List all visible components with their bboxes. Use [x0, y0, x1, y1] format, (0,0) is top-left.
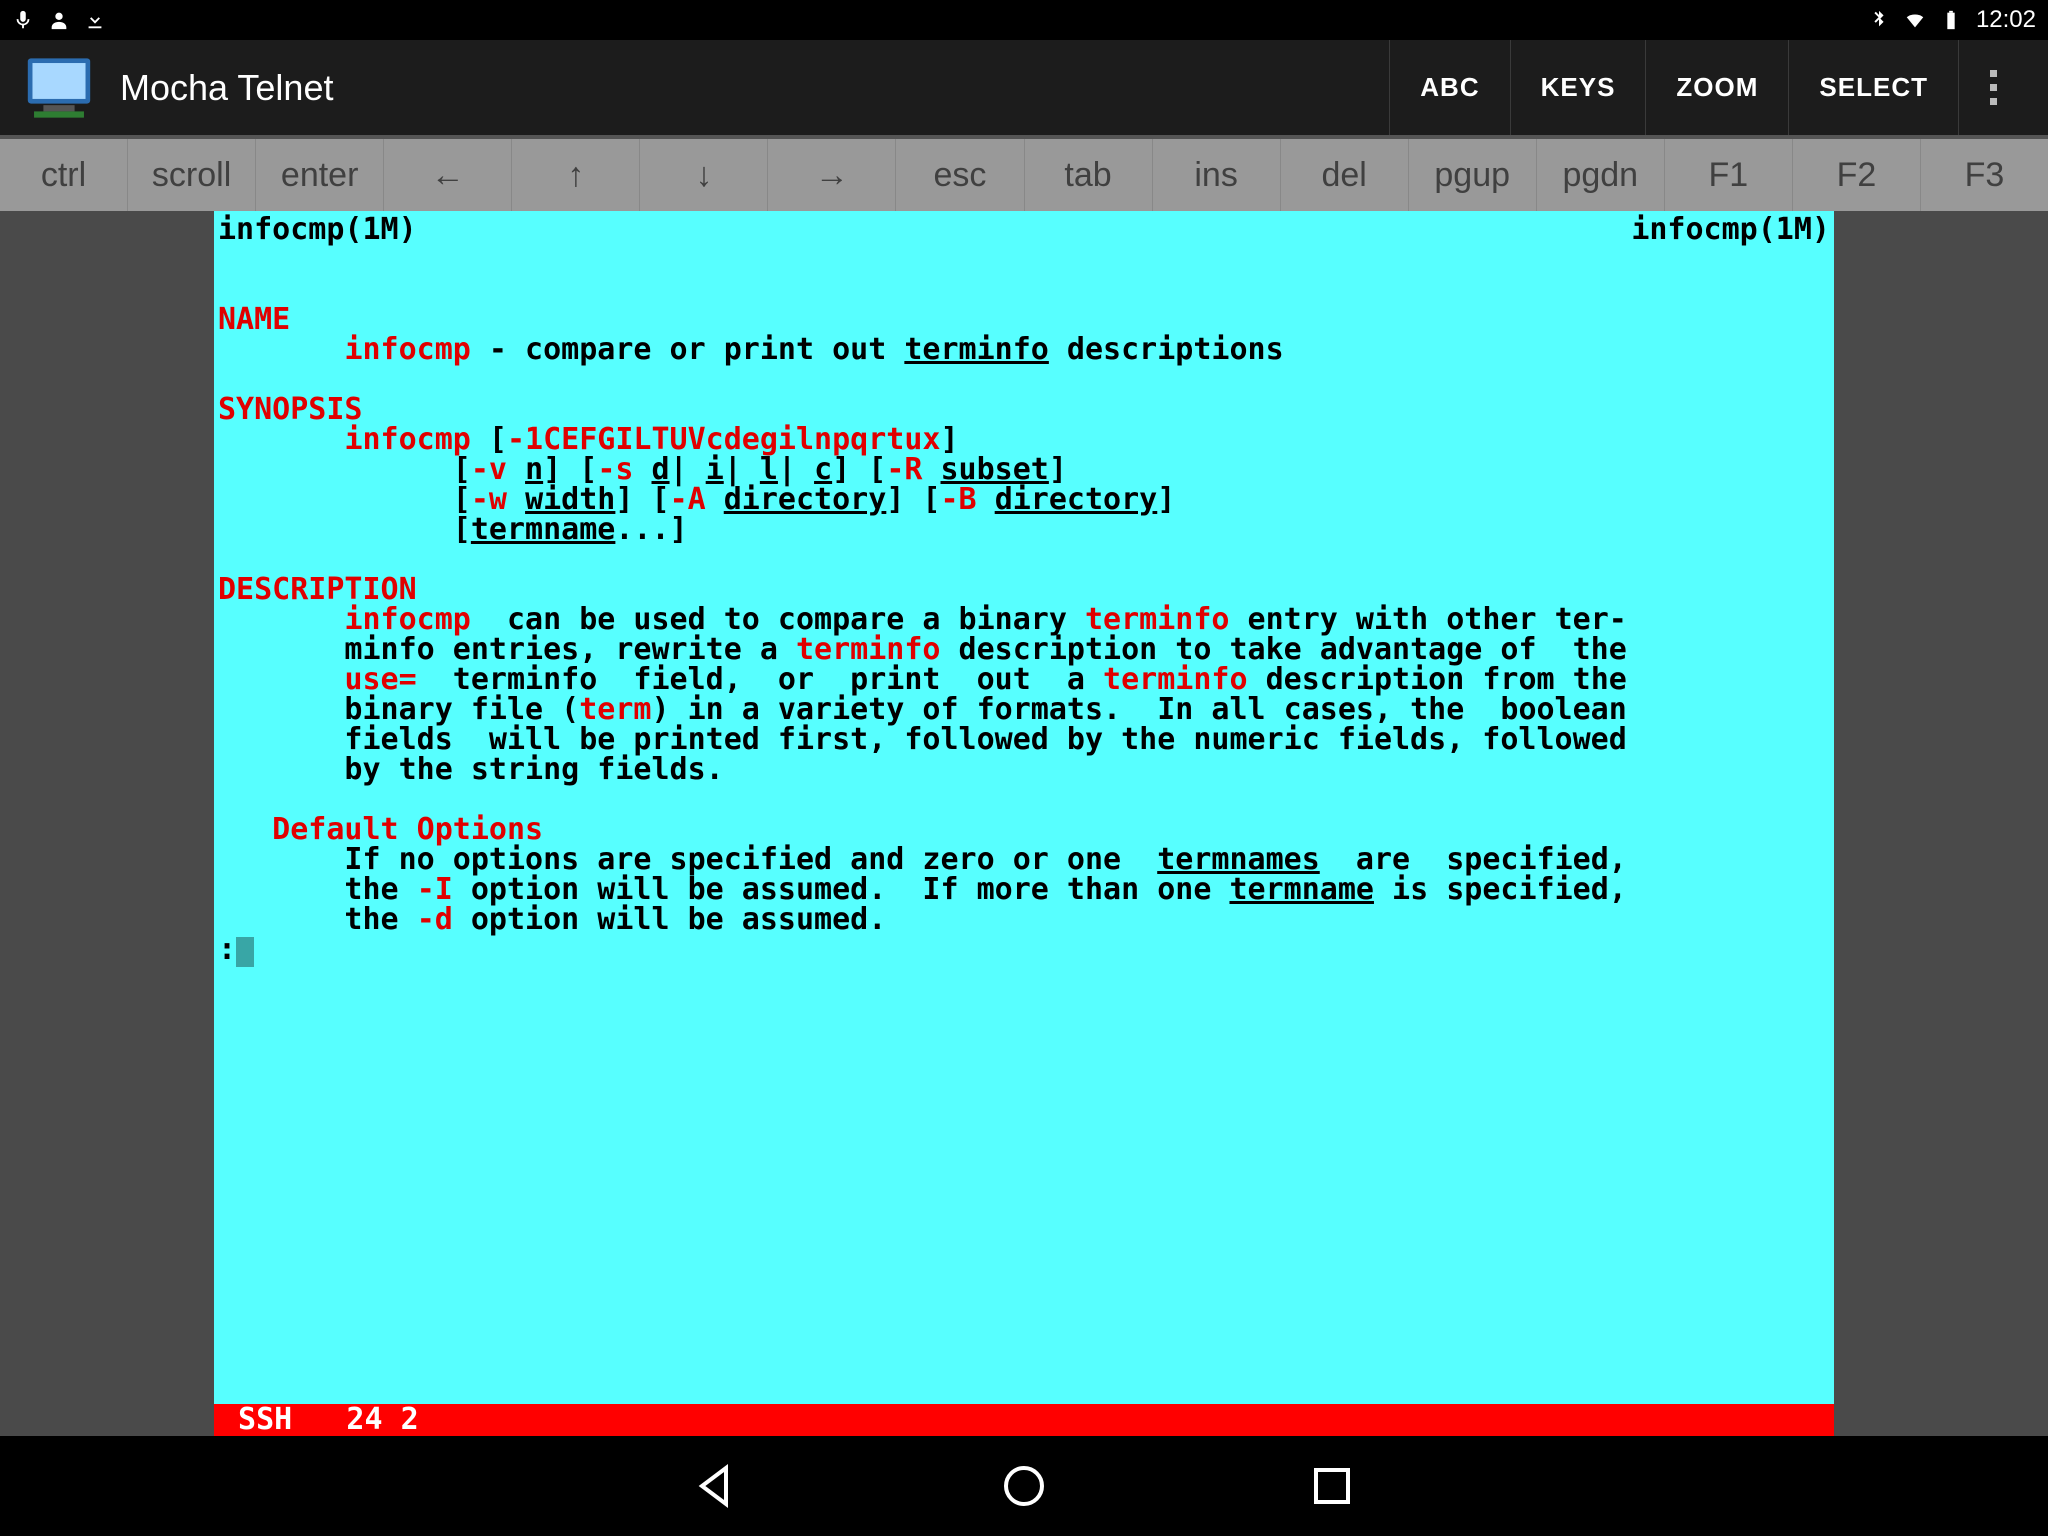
select-button[interactable]: SELECT	[1788, 40, 1958, 135]
overflow-menu-button[interactable]	[1958, 40, 2028, 135]
app-bar: Mocha Telnet ABC KEYS ZOOM SELECT	[0, 40, 2048, 135]
android-status-bar: 12:02	[0, 0, 2048, 40]
terminal-cursor	[236, 937, 254, 967]
key-tab[interactable]: tab	[1025, 139, 1153, 211]
bluetooth-icon	[1868, 9, 1890, 31]
back-button[interactable]	[692, 1462, 740, 1510]
abc-button[interactable]: ABC	[1389, 40, 1509, 135]
man-header-right: infocmp(1M)	[1631, 215, 1830, 245]
key-f2[interactable]: F2	[1793, 139, 1921, 211]
download-icon	[84, 9, 106, 31]
key-left[interactable]: ←	[384, 139, 512, 211]
key-ctrl[interactable]: ctrl	[0, 139, 128, 211]
keys-button[interactable]: KEYS	[1510, 40, 1646, 135]
battery-icon	[1940, 9, 1962, 31]
app-icon[interactable]	[20, 49, 98, 127]
key-f3[interactable]: F3	[1921, 139, 2048, 211]
key-esc[interactable]: esc	[896, 139, 1024, 211]
terminal-status-line: SSH 24 2	[214, 1404, 1834, 1436]
wifi-icon	[1904, 9, 1926, 31]
key-down[interactable]: ↓	[640, 139, 768, 211]
home-button[interactable]	[1000, 1462, 1048, 1510]
pager-prompt: :	[218, 932, 236, 967]
key-pgdn[interactable]: pgdn	[1537, 139, 1665, 211]
man-header-left: infocmp(1M)	[218, 215, 417, 245]
key-ins[interactable]: ins	[1153, 139, 1281, 211]
key-right[interactable]: →	[768, 139, 896, 211]
app-title: Mocha Telnet	[120, 67, 333, 109]
terminal-container: infocmp(1M)infocmp(1M) NAME infocmp - co…	[0, 211, 2048, 1436]
function-key-row: ctrl scroll enter ← ↑ ↓ → esc tab ins de…	[0, 139, 2048, 211]
key-pgup[interactable]: pgup	[1409, 139, 1537, 211]
key-up[interactable]: ↑	[512, 139, 640, 211]
key-f1[interactable]: F1	[1665, 139, 1793, 211]
name-cmd: infocmp	[344, 332, 470, 367]
recents-button[interactable]	[1308, 1462, 1356, 1510]
terminal-screen[interactable]: infocmp(1M)infocmp(1M) NAME infocmp - co…	[214, 211, 1834, 1436]
person-icon	[48, 9, 70, 31]
clock-text: 12:02	[1976, 6, 2036, 34]
zoom-button[interactable]: ZOOM	[1645, 40, 1788, 135]
key-enter[interactable]: enter	[256, 139, 384, 211]
android-nav-bar	[0, 1436, 2048, 1536]
section-name: NAME	[218, 302, 290, 337]
key-del[interactable]: del	[1281, 139, 1409, 211]
mic-icon	[12, 9, 34, 31]
key-scroll[interactable]: scroll	[128, 139, 256, 211]
